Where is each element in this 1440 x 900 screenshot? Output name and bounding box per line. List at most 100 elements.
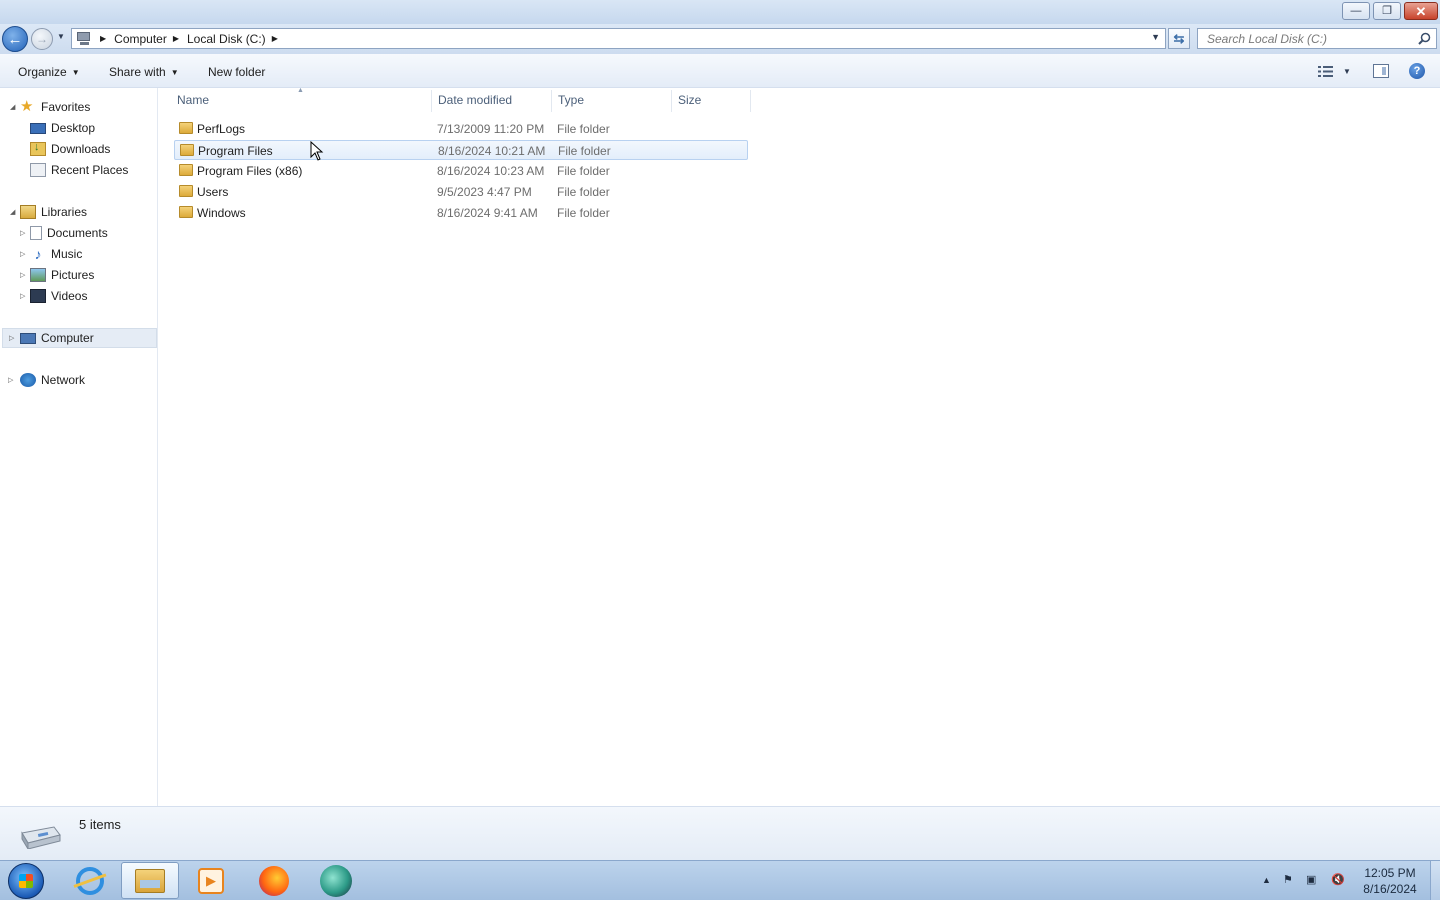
expand-arrow-icon[interactable]: ▷ bbox=[20, 229, 25, 237]
column-date-modified[interactable]: Date modified bbox=[438, 88, 550, 112]
column-name[interactable]: Name bbox=[177, 88, 429, 112]
nav-documents-label: Documents bbox=[47, 226, 108, 240]
nav-favorites[interactable]: ◢ ★ Favorites bbox=[8, 97, 148, 117]
recent-pages-dropdown[interactable]: ▼ bbox=[57, 32, 65, 41]
file-type: File folder bbox=[557, 206, 610, 220]
file-list: ▲ Name Date modified Type Size PerfLogs … bbox=[159, 87, 1440, 806]
nav-documents[interactable]: ▷ Documents bbox=[20, 223, 150, 243]
nav-libraries[interactable]: ◢ Libraries bbox=[8, 202, 148, 222]
new-folder-button[interactable]: New folder bbox=[208, 65, 265, 79]
forward-arrow-icon: → bbox=[36, 32, 48, 46]
file-name: PerfLogs bbox=[197, 122, 246, 136]
mouse-cursor-icon bbox=[310, 141, 324, 161]
search-input[interactable] bbox=[1205, 30, 1419, 47]
taskbar-app[interactable] bbox=[307, 862, 365, 899]
help-icon[interactable]: ? bbox=[1409, 63, 1425, 79]
expand-arrow-icon[interactable]: ▷ bbox=[9, 334, 14, 342]
taskbar-internet-explorer[interactable] bbox=[61, 862, 119, 899]
collapse-arrow-icon[interactable]: ◢ bbox=[10, 103, 15, 111]
volume-muted-icon[interactable]: 🔇 bbox=[1331, 873, 1345, 886]
file-name: Windows bbox=[197, 206, 246, 220]
nav-favorites-label: Favorites bbox=[41, 100, 91, 114]
file-name: Users bbox=[197, 185, 229, 199]
column-divider[interactable] bbox=[431, 90, 432, 112]
column-divider[interactable] bbox=[671, 90, 672, 112]
organize-button[interactable]: Organize ▼ bbox=[18, 65, 80, 79]
file-row-perflogs[interactable]: PerfLogs 7/13/2009 11:20 PM File folder bbox=[174, 119, 748, 139]
column-size[interactable]: Size bbox=[678, 88, 748, 112]
start-button[interactable] bbox=[8, 863, 44, 899]
change-view-icon[interactable] bbox=[1318, 66, 1333, 77]
expand-arrow-icon[interactable]: ▷ bbox=[20, 292, 25, 300]
folder-icon bbox=[179, 206, 193, 218]
column-divider[interactable] bbox=[551, 90, 552, 112]
expand-arrow-icon[interactable]: ▷ bbox=[20, 250, 25, 258]
pictures-icon bbox=[30, 268, 46, 282]
nav-desktop[interactable]: Desktop bbox=[30, 118, 150, 138]
nav-libraries-label: Libraries bbox=[41, 205, 88, 219]
minimize-button[interactable]: — bbox=[1342, 2, 1370, 20]
title-bar: — ❐ ✕ bbox=[0, 0, 1440, 24]
preview-pane-icon[interactable] bbox=[1373, 64, 1389, 78]
nav-recent-places[interactable]: Recent Places bbox=[30, 160, 150, 180]
file-type: File folder bbox=[557, 185, 610, 199]
expand-arrow-icon[interactable]: ▷ bbox=[8, 376, 13, 384]
nav-videos-label: Videos bbox=[51, 289, 88, 303]
back-button[interactable]: ← bbox=[2, 26, 28, 52]
taskbar-windows-explorer[interactable] bbox=[121, 862, 179, 899]
new-folder-label: New folder bbox=[208, 65, 266, 79]
network-tray-icon[interactable]: ▣ bbox=[1306, 873, 1316, 886]
system-clock[interactable]: 12:05 PM 8/16/2024 bbox=[1360, 865, 1420, 897]
nav-downloads-label: Downloads bbox=[51, 142, 111, 156]
close-icon: ✕ bbox=[1415, 3, 1427, 19]
action-center-flag-icon[interactable]: ⚑ bbox=[1283, 873, 1293, 886]
expand-arrow-icon[interactable]: ▷ bbox=[20, 271, 25, 279]
address-dropdown[interactable]: ▼ bbox=[1151, 32, 1160, 42]
navigation-pane: ◢ ★ Favorites Desktop Downloads Recent P… bbox=[0, 88, 158, 806]
show-hidden-icons-button[interactable]: ▲ bbox=[1262, 875, 1271, 885]
address-bar[interactable]: ▶ Computer ▶ Local Disk (C:) ▶ ▼ bbox=[71, 28, 1166, 49]
nav-pictures[interactable]: ▷ Pictures bbox=[20, 265, 150, 285]
nav-videos[interactable]: ▷ Videos bbox=[20, 286, 150, 306]
breadcrumb-local-disk[interactable]: Local Disk (C:) bbox=[187, 32, 266, 46]
file-row-program-files-x86[interactable]: Program Files (x86) 8/16/2024 10:23 AM F… bbox=[174, 161, 748, 181]
windows-logo-icon bbox=[19, 874, 33, 888]
file-date: 8/16/2024 10:21 AM bbox=[438, 144, 546, 158]
search-box[interactable] bbox=[1197, 28, 1437, 49]
nav-network[interactable]: ▷ Network bbox=[8, 370, 148, 390]
nav-music[interactable]: ▷ ♪ Music bbox=[20, 244, 150, 264]
organize-label: Organize bbox=[18, 65, 67, 79]
music-icon: ♪ bbox=[34, 246, 42, 262]
nav-computer[interactable]: ▷ Computer bbox=[2, 328, 157, 348]
file-type: File folder bbox=[557, 122, 610, 136]
breadcrumb-separator[interactable]: ▶ bbox=[272, 34, 278, 43]
breadcrumb-separator[interactable]: ▶ bbox=[173, 34, 179, 43]
taskbar: ▶ ▲ ⚑ ▣ 🔇 12:05 PM 8/16/2024 bbox=[0, 860, 1440, 900]
forward-button[interactable]: → bbox=[31, 28, 53, 50]
file-row-users[interactable]: Users 9/5/2023 4:47 PM File folder bbox=[174, 182, 748, 202]
file-row-program-files[interactable]: Program Files 8/16/2024 10:21 AM File fo… bbox=[174, 140, 748, 160]
breadcrumb-computer[interactable]: Computer bbox=[114, 32, 167, 46]
maximize-button[interactable]: ❐ bbox=[1373, 2, 1401, 20]
more-views-dropdown[interactable]: ▼ bbox=[1343, 67, 1351, 76]
file-type: File folder bbox=[558, 144, 611, 158]
folder-icon bbox=[179, 164, 193, 176]
share-with-button[interactable]: Share with ▼ bbox=[109, 65, 179, 79]
collapse-arrow-icon[interactable]: ◢ bbox=[10, 208, 15, 216]
file-row-windows[interactable]: Windows 8/16/2024 9:41 AM File folder bbox=[174, 203, 748, 223]
breadcrumb-separator[interactable]: ▶ bbox=[100, 34, 106, 43]
search-icon[interactable] bbox=[1418, 32, 1431, 45]
star-icon: ★ bbox=[20, 98, 34, 115]
column-divider[interactable] bbox=[750, 90, 751, 112]
close-button[interactable]: ✕ bbox=[1404, 2, 1438, 20]
nav-pictures-label: Pictures bbox=[51, 268, 95, 282]
refresh-button[interactable]: ⇆ bbox=[1168, 28, 1190, 49]
show-desktop-button[interactable] bbox=[1430, 861, 1440, 900]
desktop-icon bbox=[30, 123, 46, 134]
nav-downloads[interactable]: Downloads bbox=[30, 139, 150, 159]
taskbar-media-player[interactable]: ▶ bbox=[182, 862, 240, 899]
taskbar-firefox[interactable] bbox=[245, 862, 303, 899]
column-type[interactable]: Type bbox=[558, 88, 670, 112]
chevron-down-icon: ▼ bbox=[71, 67, 80, 77]
details-pane: 5 items bbox=[0, 806, 1440, 860]
